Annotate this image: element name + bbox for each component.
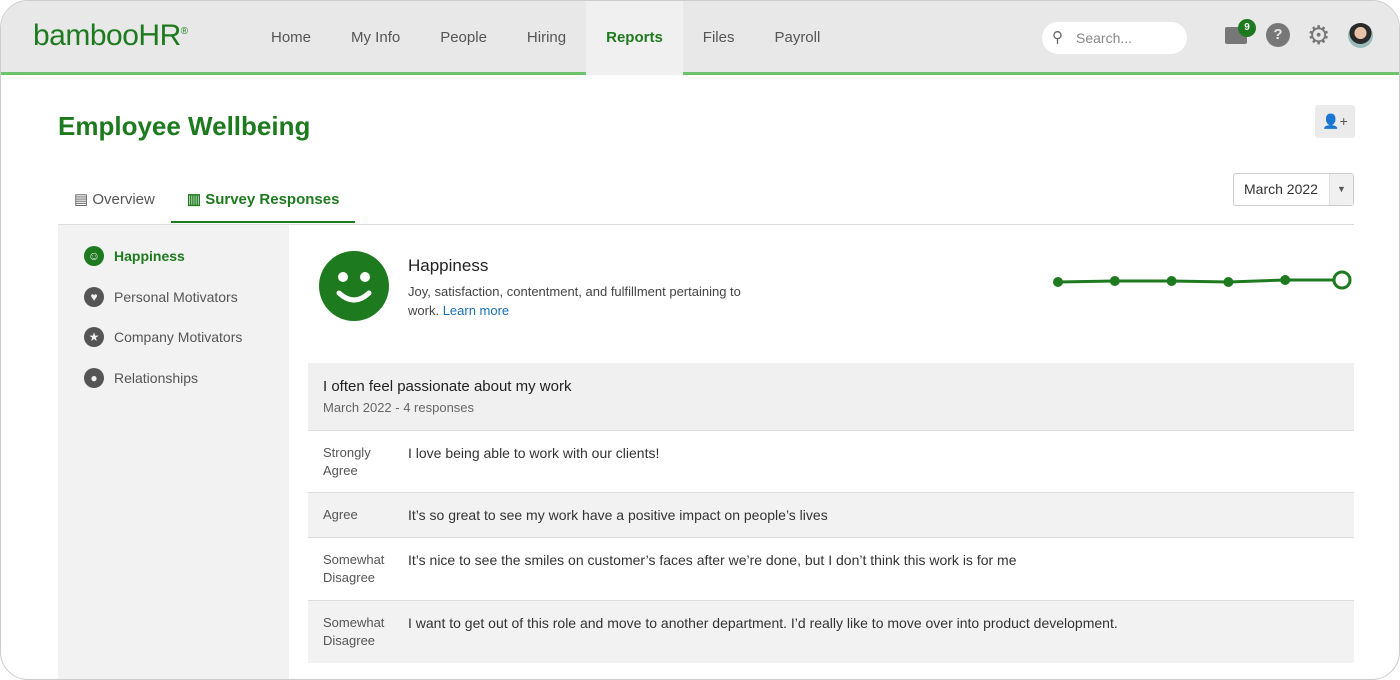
happiness-trend-sparkline [1053,270,1352,290]
trend-point[interactable] [1332,270,1352,290]
trend-point[interactable] [1053,277,1063,287]
personal-motivator-icon: ♥ [84,286,104,307]
category-sidebar: ☺ Happiness ♥ Personal Motivators ★ Company… [58,225,289,679]
app-window: bambooHR® Home My Info People Hiring Rep… [0,0,1400,680]
response-row: Strongly Agree I love being able to work … [308,430,1354,492]
tab-survey-responses[interactable]: ▥ Survey Responses [170,181,356,223]
trend-line [1057,278,1342,284]
category-title: Happiness [408,256,489,275]
trend-point[interactable] [1109,276,1120,286]
bar-chart-icon: ▥ [186,191,206,208]
help-icon[interactable]: ? [1266,23,1290,47]
nav-my-info[interactable]: My Info [331,1,420,75]
add-person-button[interactable]: 👤+ [1315,105,1355,138]
page-title: Employee Wellbeing [58,111,311,141]
trend-point[interactable] [1280,275,1291,285]
nav-payroll[interactable]: Payroll [754,1,840,75]
main-nav: Home My Info People Hiring Reports Files… [251,1,840,75]
gear-icon[interactable]: ⚙ [1307,20,1330,50]
question-header: I often feel passionate about my work Ma… [308,363,1354,430]
nav-people[interactable]: People [420,1,507,75]
top-nav-bar: bambooHR® Home My Info People Hiring Rep… [1,1,1399,75]
nav-reports[interactable]: Reports [586,1,683,75]
response-row: Somewhat Disagree It’s nice to see the sm… [308,537,1354,600]
question-title: I often feel passionate about my work [323,378,572,395]
category-description: Joy, satisfaction, contentment, and fulf… [408,284,741,318]
trend-point[interactable] [1166,276,1177,286]
response-row: Agree It’s so great to see my work have a… [308,492,1354,537]
sidebar-item-happiness[interactable]: ☺ Happiness [58,236,289,277]
sidebar-item-company-motivators[interactable]: ★ Company Motivators [58,317,289,358]
sidebar-item-personal-motivators[interactable]: ♥ Personal Motivators [58,277,289,318]
search-icon: ⚲ [1052,29,1063,46]
tab-overview[interactable]: ▤ Overview [58,181,171,223]
bamboohr-logo[interactable]: bambooHR® [33,19,188,53]
learn-more-link[interactable]: Learn more [443,303,509,318]
nav-files[interactable]: Files [683,1,755,75]
happiness-smile-icon [319,251,389,321]
response-row: Somewhat Disagree I want to get out of th… [308,600,1354,663]
question-subtitle: March 2022 - 4 responses [323,400,475,415]
sidebar-item-relationships[interactable]: ● Relationships [58,358,289,399]
smile-icon: ☺ [84,246,104,267]
notification-badge: 9 [1238,19,1256,37]
nav-home[interactable]: Home [251,1,331,75]
overview-icon: ▤ [74,191,93,208]
search-input[interactable]: ⚲ Search... [1042,22,1187,54]
company-motivator-icon: ★ [84,327,104,348]
chevron-down-icon: ▼ [1329,174,1353,205]
responses-table: Strongly Agree I love being able to work … [308,430,1354,663]
period-select[interactable]: March 2022 ▼ [1233,173,1354,206]
avatar[interactable] [1348,23,1373,48]
tab-bar: ▤ Overview ▥ Survey Responses [58,181,356,223]
trend-point[interactable] [1223,277,1234,287]
relationships-icon: ● [84,367,104,388]
nav-hiring[interactable]: Hiring [507,1,586,75]
